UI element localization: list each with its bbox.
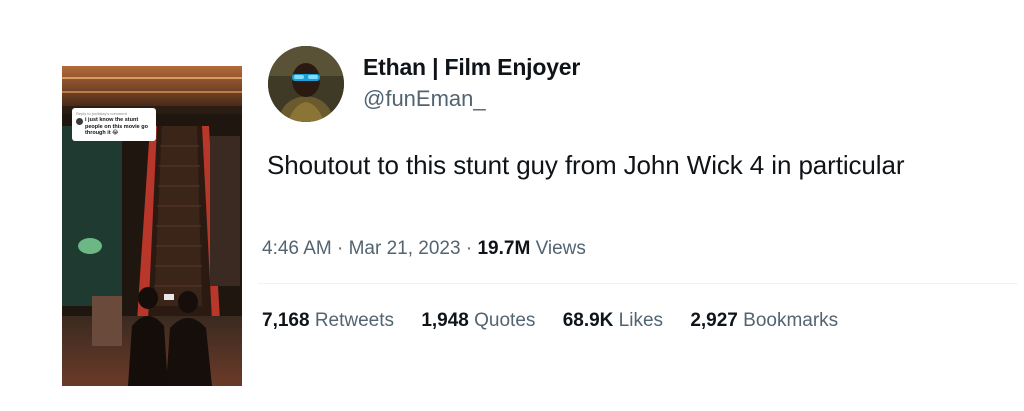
author-avatar[interactable]: [268, 46, 344, 122]
comment-avatar: [76, 118, 83, 125]
meta-separator: ·: [465, 238, 473, 259]
avatar-image: [268, 46, 344, 122]
retweets-count: 7,168: [262, 310, 310, 331]
likes-count: 68.9K: [562, 310, 614, 331]
author-handle[interactable]: @funEman_: [363, 86, 486, 112]
bookmarks-count: 2,927: [690, 310, 738, 331]
views-count: 19.7M: [477, 238, 531, 259]
meta-separator: ·: [337, 238, 344, 259]
quotes-count: 1,948: [421, 310, 469, 331]
views-label: Views: [535, 238, 586, 259]
tweet-time[interactable]: 4:46 AM: [262, 238, 332, 259]
author-display-name[interactable]: Ethan | Film Enjoyer: [363, 54, 580, 81]
divider: [258, 283, 1018, 284]
tiktok-comment-bubble: Reply to jordislay's comment i just know…: [72, 108, 156, 141]
tweet-text: Shoutout to this stunt guy from John Wic…: [267, 150, 905, 180]
comment-text: i just know the stunt people on this mov…: [85, 117, 148, 136]
bookmarks-label: Bookmarks: [743, 310, 839, 331]
quotes-stat[interactable]: 1,948 Quotes: [421, 310, 535, 332]
quotes-label: Quotes: [474, 310, 536, 331]
comment-reply-label: Reply to jordislay's comment: [76, 111, 127, 116]
bookmarks-stat[interactable]: 2,927 Bookmarks: [690, 310, 838, 332]
engagement-stats: 7,168 Retweets 1,948 Quotes 68.9K Likes …: [262, 310, 860, 332]
tweet-media-video[interactable]: Reply to jordislay's comment i just know…: [62, 66, 242, 386]
tweet-meta: 4:46 AM · Mar 21, 2023 · 19.7M Views: [262, 238, 586, 260]
retweets-stat[interactable]: 7,168 Retweets: [262, 310, 394, 332]
retweets-label: Retweets: [314, 310, 395, 331]
tweet-date[interactable]: Mar 21, 2023: [349, 238, 461, 259]
likes-label: Likes: [618, 310, 664, 331]
likes-stat[interactable]: 68.9K Likes: [563, 310, 663, 332]
